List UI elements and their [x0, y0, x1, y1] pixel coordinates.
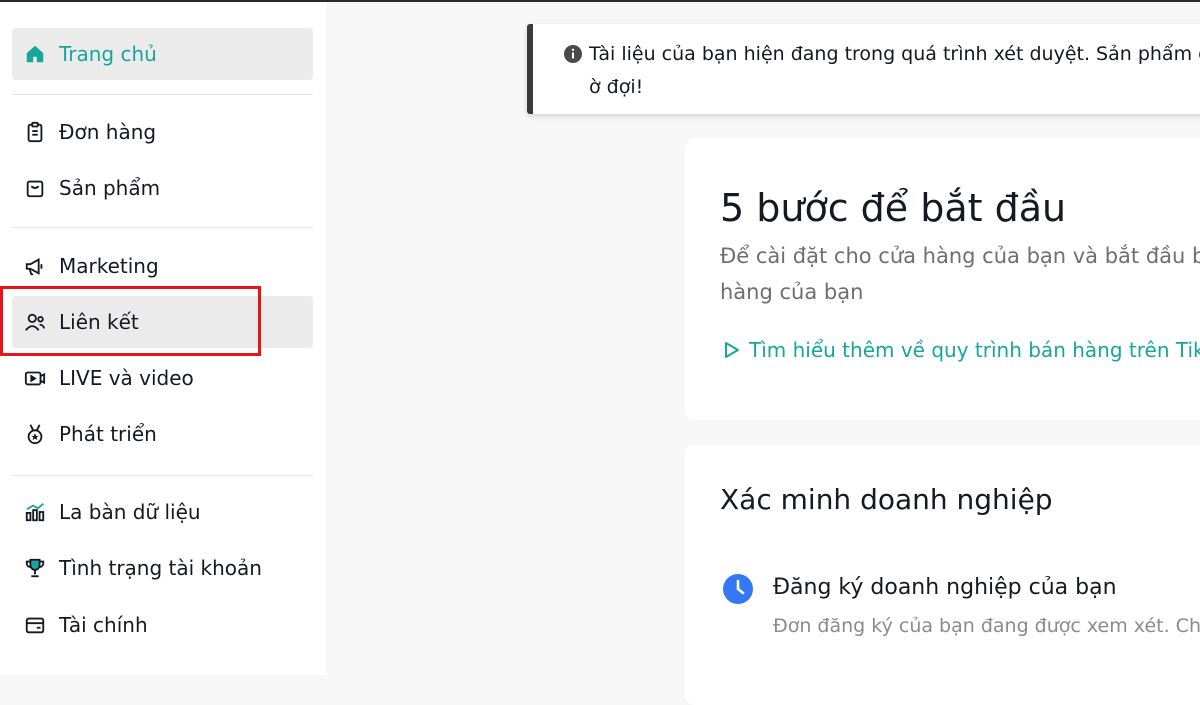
clipboard-icon	[24, 121, 46, 143]
getting-started-card: 5 bước để bắt đầu Để cài đặt cho cửa hàn…	[685, 138, 1200, 420]
sidebar-item-home[interactable]: Trang chủ	[12, 28, 313, 80]
business-verification-card: Xác minh doanh nghiệp Đăng ký doanh nghi…	[685, 445, 1200, 705]
sidebar-item-label: Trang chủ	[59, 42, 157, 66]
sidebar-item-label: La bàn dữ liệu	[59, 500, 201, 524]
video-icon	[24, 367, 46, 389]
card-title: Xác minh doanh nghiệp	[720, 483, 1053, 516]
step-description: Đơn đăng ký của bạn đang được xem xét. C…	[773, 615, 1200, 637]
sidebar-item-growth[interactable]: Phát triển	[12, 408, 313, 460]
sidebar-item-label: Tình trạng tài khoản	[59, 556, 262, 580]
play-icon	[725, 342, 739, 358]
notice-line-1: Tài liệu của bạn hiện đang trong quá trì…	[589, 43, 1200, 65]
sidebar-divider	[12, 94, 313, 95]
card-title: 5 bước để bắt đầu	[720, 186, 1067, 230]
sidebar-item-label: Tài chính	[59, 613, 148, 637]
desc-line-2: hàng của bạn	[720, 280, 864, 304]
product-bag-icon	[24, 177, 46, 199]
desc-line-1: Để cài đặt cho cửa hàng của bạn và bắt đ…	[720, 244, 1200, 268]
sidebar-item-finance[interactable]: Tài chính	[12, 599, 313, 651]
sidebar-item-affiliate[interactable]: Liên kết	[12, 296, 313, 348]
learn-more-link[interactable]: Tìm hiểu thêm về quy trình bán hàng trên…	[723, 338, 1200, 362]
sidebar-divider	[12, 475, 313, 476]
megaphone-icon	[24, 255, 46, 277]
learn-more-label: Tìm hiểu thêm về quy trình bán hàng trên…	[749, 338, 1200, 362]
home-icon	[24, 43, 46, 65]
sidebar-item-marketing[interactable]: Marketing	[12, 240, 313, 292]
sidebar-item-label: Sản phẩm	[59, 176, 161, 200]
wallet-icon	[24, 614, 46, 636]
sidebar-item-label: Phát triển	[59, 422, 157, 446]
step-title[interactable]: Đăng ký doanh nghiệp của bạn	[773, 575, 1117, 600]
users-icon	[24, 311, 46, 333]
sidebar-item-products[interactable]: Sản phẩm	[12, 162, 313, 214]
sidebar-item-label: Đơn hàng	[59, 120, 157, 144]
sidebar-item-label: Marketing	[59, 254, 159, 278]
chart-icon	[24, 501, 46, 523]
trophy-icon	[24, 557, 46, 579]
sidebar-item-label: LIVE và video	[59, 366, 194, 390]
clock-icon	[723, 574, 753, 604]
sidebar-divider	[12, 227, 313, 228]
sidebar-item-account-health[interactable]: Tình trạng tài khoản	[12, 542, 313, 594]
sidebar-item-live-video[interactable]: LIVE và video	[12, 352, 313, 404]
sidebar-item-label: Liên kết	[59, 310, 139, 334]
sidebar: Trang chủ Đơn hàng Sản phẩm Marketing Li…	[0, 2, 326, 675]
review-notice: Tài liệu của bạn hiện đang trong quá trì…	[527, 24, 1200, 114]
card-description: Để cài đặt cho cửa hàng của bạn và bắt đ…	[720, 238, 1200, 310]
medal-icon	[24, 423, 46, 445]
sidebar-item-data-compass[interactable]: La bàn dữ liệu	[12, 486, 313, 538]
sidebar-item-orders[interactable]: Đơn hàng	[12, 106, 313, 158]
notice-text: Tài liệu của bạn hiện đang trong quá trì…	[589, 38, 1200, 104]
notice-line-2: ờ đợi!	[589, 76, 644, 98]
info-icon	[564, 45, 582, 63]
